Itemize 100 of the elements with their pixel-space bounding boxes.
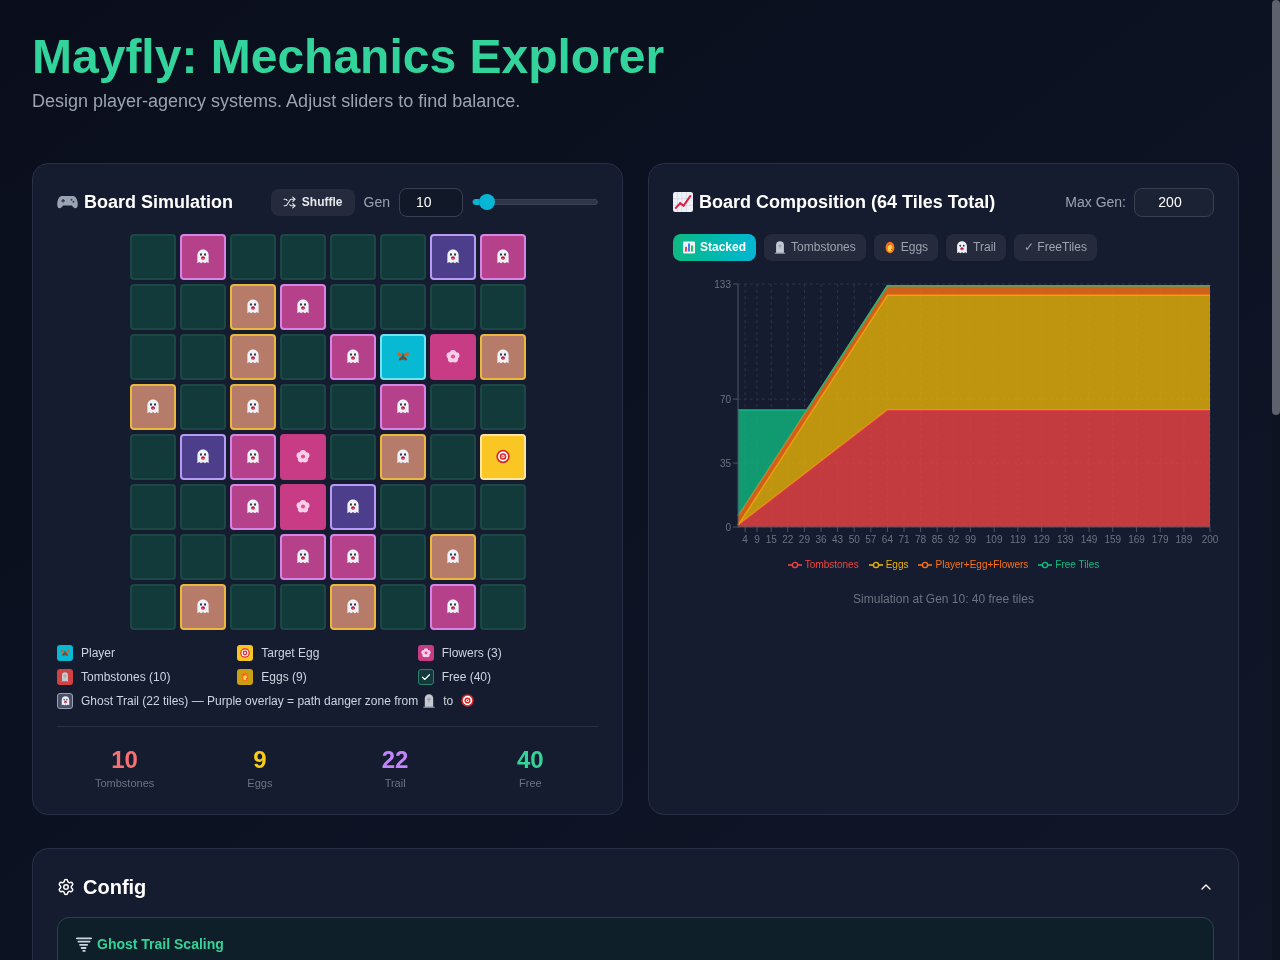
ghost-icon bbox=[445, 249, 460, 265]
scrollbar-thumb[interactable] bbox=[1272, 0, 1280, 415]
legend-label: Tombstones (10) bbox=[81, 668, 171, 686]
x-tick-label: 57 bbox=[865, 533, 877, 545]
ghost-icon bbox=[245, 299, 260, 315]
ghost-icon bbox=[345, 599, 360, 615]
ghost-icon bbox=[245, 399, 260, 415]
chart-tab[interactable]: ✓ FreeTiles bbox=[1014, 233, 1097, 261]
stat-value: 9 bbox=[253, 745, 267, 774]
chart-tab[interactable]: Eggs bbox=[873, 233, 939, 261]
x-tick-label: 64 bbox=[881, 533, 893, 545]
x-tick-label: 129 bbox=[1033, 533, 1050, 545]
page-title: Mayfly: Mechanics Explorer bbox=[32, 29, 665, 85]
legend-marker-icon bbox=[918, 560, 933, 569]
x-tick-label: 4 bbox=[742, 533, 748, 545]
legend-label: Eggs (9) bbox=[261, 668, 307, 686]
legend-label: Free (40) bbox=[441, 668, 491, 686]
y-tick-label: 35 bbox=[719, 457, 731, 469]
legend-marker-icon bbox=[868, 560, 883, 569]
x-tick-label: 179 bbox=[1151, 533, 1169, 545]
ghost-icon bbox=[345, 549, 360, 565]
legend-label: Player+Egg+Flowers bbox=[935, 558, 1029, 573]
ghost-icon bbox=[445, 549, 460, 565]
legend-label: Free Tiles bbox=[1055, 558, 1100, 573]
legend-text: to bbox=[443, 692, 454, 710]
legend-label: Eggs bbox=[885, 558, 909, 573]
ghost-icon bbox=[195, 599, 210, 615]
flower-icon bbox=[295, 499, 310, 515]
x-tick-label: 15 bbox=[765, 533, 777, 545]
max-gen-label: Max Gen: bbox=[1065, 192, 1126, 212]
ghost-icon bbox=[395, 399, 410, 415]
page-subtitle: Design player-agency systems. Adjust sliders to find balance. bbox=[32, 89, 521, 113]
x-tick-label: 36 bbox=[815, 533, 827, 545]
x-tick-label: 29 bbox=[798, 533, 810, 545]
flower-icon bbox=[445, 349, 460, 365]
legend-marker-icon bbox=[787, 560, 802, 569]
line-chart-icon bbox=[673, 192, 693, 213]
ghost-icon bbox=[245, 499, 260, 515]
x-tick-label: 78 bbox=[915, 533, 927, 545]
x-tick-label: 22 bbox=[782, 533, 794, 545]
x-tick-label: 119 bbox=[1009, 533, 1026, 545]
chart-caption: Simulation at Gen 10: 40 free tiles bbox=[852, 590, 1035, 607]
legend-label: Tombstones bbox=[804, 558, 859, 573]
chart-tab[interactable]: Trail bbox=[946, 233, 1006, 261]
stat-value: 22 bbox=[381, 745, 409, 774]
x-tick-label: 71 bbox=[898, 533, 910, 545]
y-tick-label: 0 bbox=[725, 521, 731, 533]
max-gen-input[interactable]: 200 bbox=[1134, 187, 1214, 217]
ghost-icon bbox=[57, 692, 73, 709]
gen-label: Gen bbox=[363, 192, 390, 212]
tombstone-icon bbox=[774, 240, 787, 254]
ghost-icon bbox=[445, 599, 460, 615]
ghost-icon bbox=[495, 249, 510, 265]
legend-label: Target Egg bbox=[261, 644, 320, 662]
stat-label: Free bbox=[519, 775, 542, 790]
gamepad-icon bbox=[57, 195, 78, 210]
ghost-icon bbox=[295, 299, 310, 315]
bar-chart-icon bbox=[683, 240, 695, 254]
gen-input[interactable]: 10 bbox=[399, 187, 463, 217]
ghost-icon bbox=[195, 449, 210, 465]
x-tick-label: 43 bbox=[832, 533, 844, 545]
target-icon bbox=[461, 694, 475, 708]
shuffle-button[interactable]: Shuffle bbox=[270, 188, 355, 216]
legend-label: Flowers (3) bbox=[441, 644, 502, 662]
x-tick-label: 200 bbox=[1201, 533, 1219, 545]
ghost-icon bbox=[145, 399, 160, 415]
shuffle-icon bbox=[282, 195, 296, 209]
y-tick-label: 133 bbox=[714, 278, 731, 290]
config-title: Config bbox=[83, 874, 147, 900]
stat-label: Trail bbox=[384, 775, 406, 790]
stat-label: Eggs bbox=[247, 775, 273, 790]
flower-icon bbox=[295, 449, 310, 465]
panel-title: Board Simulation bbox=[84, 190, 233, 214]
gen-slider-thumb[interactable] bbox=[478, 194, 495, 211]
stat-value: 10 bbox=[111, 745, 138, 774]
x-tick-label: 159 bbox=[1104, 533, 1122, 545]
section-title: Ghost Trail Scaling bbox=[97, 934, 224, 954]
stat-label: Tombstones bbox=[94, 775, 155, 790]
x-tick-label: 169 bbox=[1128, 533, 1145, 545]
y-tick-label: 70 bbox=[719, 393, 731, 405]
tombstone-icon bbox=[423, 693, 436, 708]
legend-marker-icon bbox=[1038, 560, 1053, 569]
ghost-icon bbox=[345, 349, 360, 365]
panel-title: Board Composition (64 Tiles Total) bbox=[699, 190, 996, 214]
x-tick-label: 139 bbox=[1056, 533, 1074, 545]
x-tick-label: 9 bbox=[754, 533, 760, 545]
ghost-icon bbox=[295, 549, 310, 565]
egg-icon bbox=[883, 240, 896, 254]
ghost-icon bbox=[495, 349, 510, 365]
ghost-icon bbox=[345, 499, 360, 515]
settings-icon bbox=[57, 877, 75, 896]
x-tick-label: 50 bbox=[848, 533, 860, 545]
legend-text: Ghost Trail (22 tiles) — Purple overlay = path danger zone from bbox=[81, 692, 419, 710]
ghost-icon bbox=[956, 240, 969, 254]
x-tick-label: 85 bbox=[931, 533, 943, 545]
x-tick-label: 149 bbox=[1080, 533, 1098, 545]
stat-value: 40 bbox=[517, 745, 544, 774]
chart-tab[interactable]: Tombstones bbox=[764, 233, 866, 261]
x-tick-label: 189 bbox=[1175, 533, 1193, 545]
ghost-icon bbox=[245, 349, 260, 365]
